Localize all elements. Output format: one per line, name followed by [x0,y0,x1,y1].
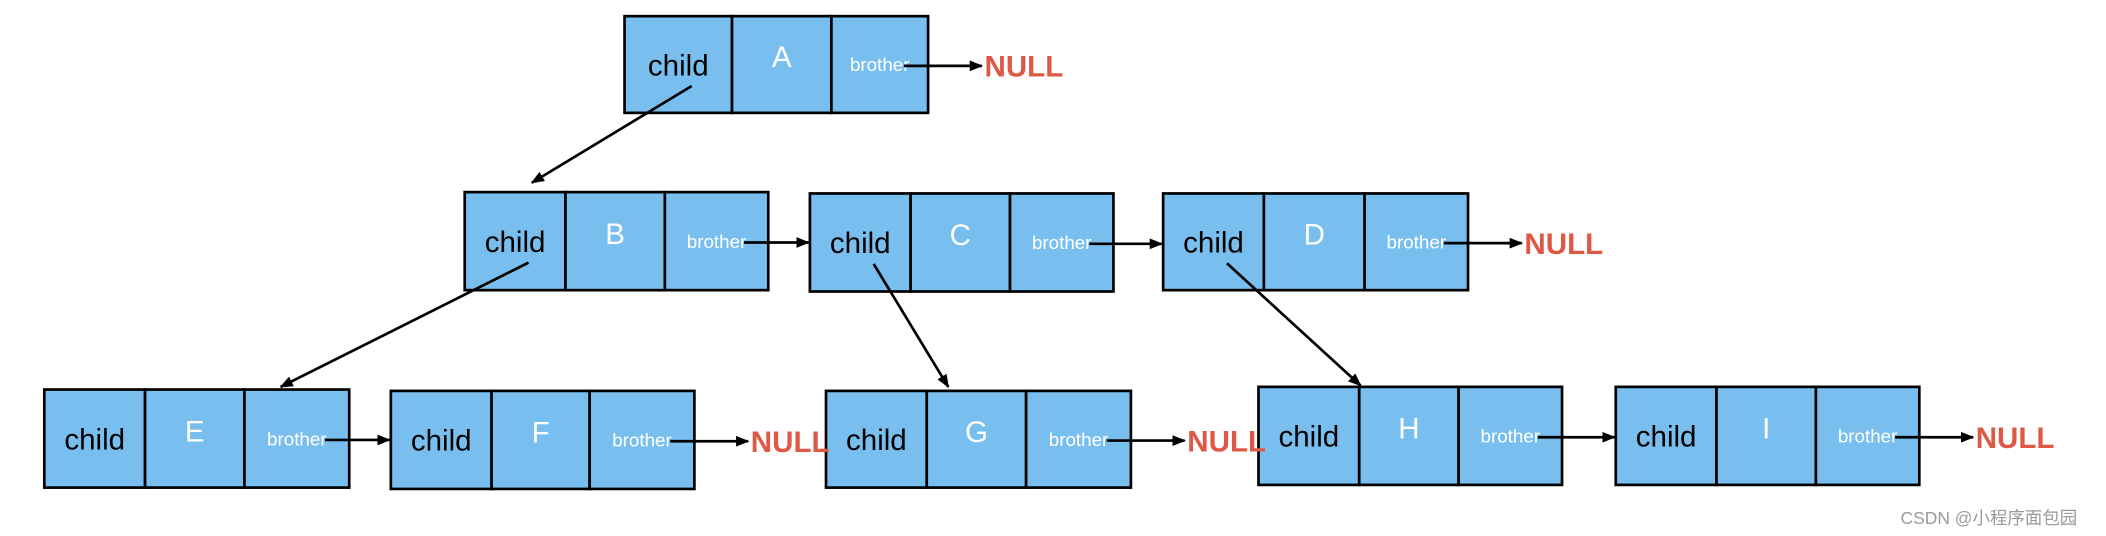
node-value: E [185,415,205,448]
brother-label: brother [1481,426,1541,447]
brother-label: brother [1387,232,1447,253]
brother-label: brother [687,231,747,252]
child-label: child [411,425,472,458]
child-label: child [830,227,891,260]
child-label: child [1278,421,1339,454]
child-label: child [1183,227,1244,260]
brother-label: brother [1838,426,1898,447]
node-D: child Dbrother [1161,192,1470,292]
child-label: child [846,424,907,457]
node-value: F [532,417,550,450]
null-label: NULL [1976,422,2055,455]
child-arrow-B-E [279,261,530,389]
child-label: child [648,49,709,82]
null-label: NULL [985,51,1064,84]
node-C: child Cbrother [808,192,1115,293]
node-H: child Hbrother [1257,385,1564,487]
child-arrow-A-B [530,84,693,184]
node-value: H [1398,413,1419,446]
node-F: child Fbrother [389,389,696,491]
null-label: NULL [751,426,830,459]
node-B: child Bbrother [463,190,770,292]
node-E: child Ebrother [42,388,351,489]
node-value: I [1762,413,1770,446]
node-value: B [605,218,625,251]
node-I: child Ibrother [1614,385,1921,487]
watermark: CSDN @小程序面包园 [1901,508,2078,528]
node-value: D [1304,218,1325,251]
child-label: child [1636,421,1697,454]
brother-label: brother [1032,232,1092,253]
child-label: child [64,423,125,456]
tree-child-brother-diagram: child Abrotherchild Bbrother child Cbrother c… [42,14,2078,528]
child-label: child [485,226,546,259]
node-value: C [950,219,971,252]
node-G: child Gbrother [824,389,1133,489]
node-value: G [965,416,988,449]
node-value: A [772,41,792,74]
null-label: NULL [1524,228,1603,261]
null-label: NULL [1187,425,1266,458]
brother-label: brother [267,428,327,449]
brother-label: brother [1049,429,1109,450]
brother-label: brother [612,430,672,451]
brother-label: brother [850,54,910,75]
